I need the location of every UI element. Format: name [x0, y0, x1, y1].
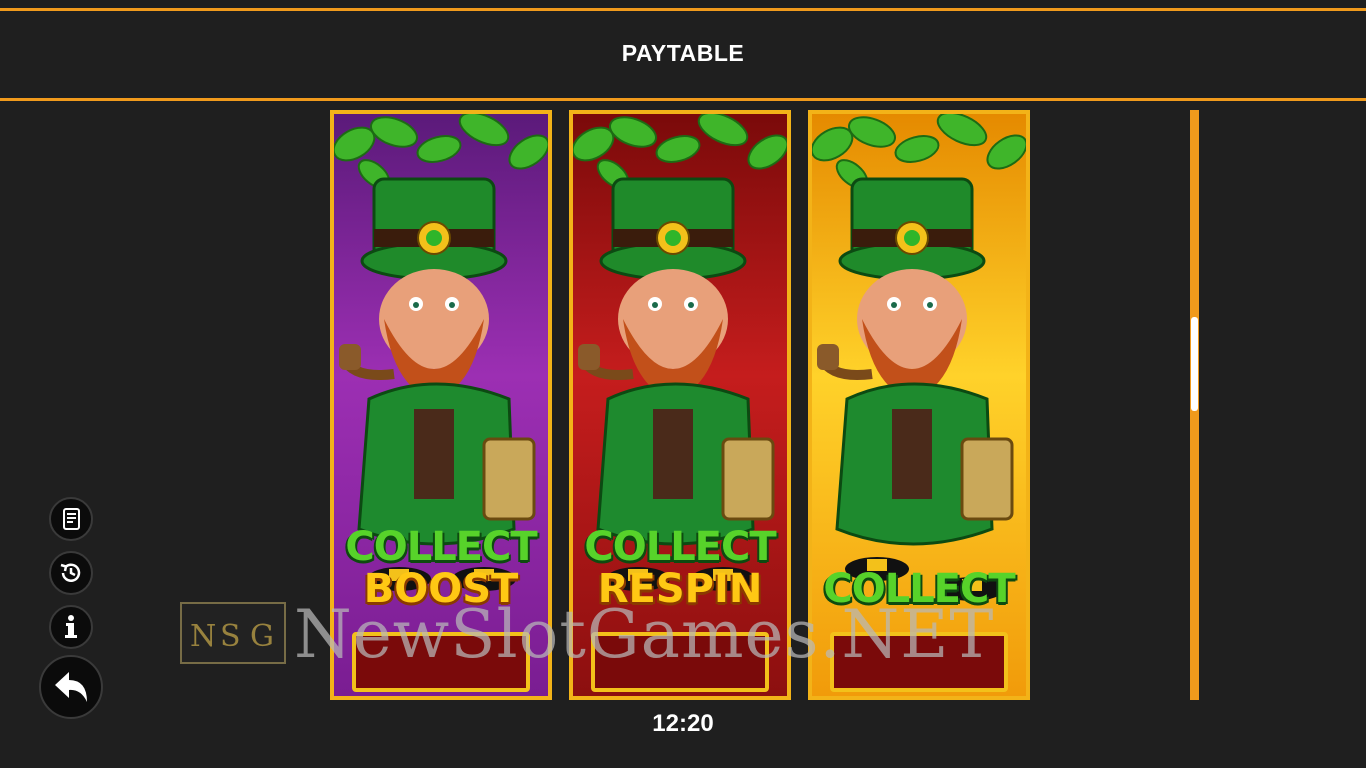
info-icon: [65, 615, 77, 638]
paytable-button[interactable]: [49, 497, 93, 541]
scroll-icon: [63, 508, 80, 530]
symbol-card-collect-boost: COLLECT BOOST: [330, 110, 552, 700]
symbol-line-1: COLLECT: [584, 524, 776, 570]
value-plate: [352, 632, 530, 692]
watermark-logo-letter-s: S: [220, 619, 241, 654]
watermark-logo-letter-n: N: [190, 619, 216, 654]
header-divider: [0, 98, 1366, 101]
history-icon: [60, 563, 81, 582]
value-plate: [591, 632, 769, 692]
symbol-card-collect: COLLECT: [808, 110, 1030, 700]
scrollbar-thumb[interactable]: [1191, 317, 1198, 411]
value-plate: [830, 632, 1008, 692]
page-title: PAYTABLE: [621, 40, 745, 66]
symbol-line-1: COLLECT: [823, 566, 1015, 612]
top-accent-line: [0, 8, 1366, 11]
symbol-line-1: COLLECT: [345, 524, 537, 570]
symbol-line-2: BOOST: [363, 566, 519, 612]
symbol-card-collect-respin: COLLECT RESPIN: [569, 110, 791, 700]
history-button[interactable]: [49, 551, 93, 595]
info-button[interactable]: [49, 605, 93, 649]
back-arrow-icon: [55, 672, 87, 702]
clock: 12:20: [652, 710, 714, 737]
watermark-logo: N S G: [180, 602, 286, 664]
watermark-logo-letter-g: G: [250, 619, 274, 654]
symbol-line-2: RESPIN: [597, 566, 763, 612]
